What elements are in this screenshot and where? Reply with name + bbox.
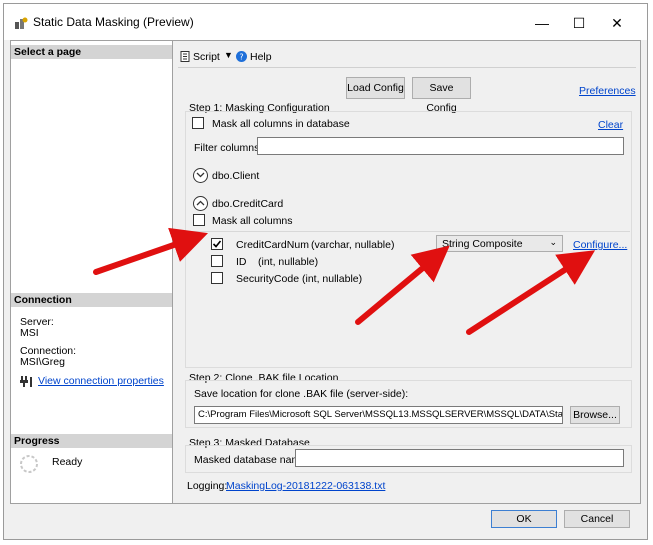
- sidebar: Select a page Connection Server: MSI Con…: [10, 40, 173, 504]
- column-name-creditcardnum: CreditCardNum: [236, 239, 309, 251]
- save-config-button[interactable]: Save Config: [412, 77, 471, 114]
- select-page-header: Select a page: [11, 45, 172, 59]
- script-icon: [180, 51, 190, 62]
- minimize-button[interactable]: —: [522, 10, 562, 36]
- masked-db-name-input[interactable]: [295, 449, 624, 467]
- expand-client-button[interactable]: [193, 168, 208, 183]
- server-value: MSI: [20, 327, 39, 339]
- save-location-label: Save location for clone .BAK file (serve…: [194, 388, 409, 400]
- window-title: Static Data Masking (Preview): [33, 15, 194, 29]
- maximize-button[interactable]: ☐: [559, 10, 599, 36]
- column-name-securitycode: SecurityCode: [236, 273, 300, 285]
- column-type-securitycode: (int, nullable): [302, 273, 363, 285]
- bak-path-input[interactable]: C:\Program Files\Microsoft SQL Server\MS…: [194, 406, 563, 424]
- load-config-button[interactable]: Load Config: [346, 77, 405, 99]
- help-button[interactable]: Help: [250, 51, 272, 63]
- ok-button[interactable]: OK: [491, 510, 557, 528]
- chevron-down-icon: ⌄: [549, 237, 557, 247]
- clear-link[interactable]: Clear: [598, 119, 623, 131]
- title-bar: Static Data Masking (Preview) — ☐ ✕: [4, 4, 647, 40]
- toolbar-divider: [178, 67, 636, 68]
- configure-link[interactable]: Configure...: [573, 239, 627, 251]
- connection-header: Connection: [11, 293, 172, 307]
- svg-text:?: ?: [239, 53, 243, 62]
- filter-columns-input[interactable]: [257, 137, 624, 155]
- mask-all-db-label: Mask all columns in database: [212, 118, 350, 130]
- filter-columns-label: Filter columns:: [194, 142, 263, 154]
- column-type-id: (int, nullable): [258, 256, 319, 268]
- column-name-id: ID: [236, 256, 247, 268]
- plug-icon: [20, 376, 32, 387]
- connection-value: MSI\Greg: [20, 356, 65, 368]
- chevron-down-icon: [196, 172, 205, 178]
- database-mask-icon: [15, 17, 28, 29]
- progress-status: Ready: [52, 456, 83, 468]
- script-dropdown-icon[interactable]: ▼: [224, 50, 233, 60]
- progress-spinner-icon: [20, 455, 38, 473]
- masking-function-select[interactable]: String Composite ⌄: [436, 235, 563, 252]
- collapse-creditcard-button[interactable]: [193, 196, 208, 211]
- close-button[interactable]: ✕: [597, 10, 637, 36]
- chevron-up-icon: [196, 200, 205, 206]
- main-panel: Script ▼ ? Help Load Config Save Config …: [173, 40, 641, 504]
- dialog-window: Static Data Masking (Preview) — ☐ ✕ Sele…: [3, 3, 648, 540]
- preferences-link[interactable]: Preferences: [579, 85, 636, 97]
- cancel-button[interactable]: Cancel: [564, 510, 630, 528]
- columns-divider: [190, 231, 630, 232]
- checkmark-icon: [212, 240, 222, 248]
- table-client-label[interactable]: dbo.Client: [212, 170, 259, 182]
- progress-header: Progress: [11, 434, 172, 448]
- dialog-footer: OK Cancel: [4, 504, 647, 541]
- table-creditcard-label[interactable]: dbo.CreditCard: [212, 198, 283, 210]
- mask-all-columns-checkbox[interactable]: [193, 214, 205, 226]
- mask-all-columns-label: Mask all columns: [212, 215, 293, 227]
- masking-function-value: String Composite: [442, 238, 523, 250]
- script-menu[interactable]: Script: [193, 51, 220, 63]
- mask-all-db-checkbox[interactable]: [192, 117, 204, 129]
- masked-db-name-label: Masked database name:: [194, 454, 309, 466]
- browse-button[interactable]: Browse...: [570, 406, 620, 424]
- logging-label: Logging:: [187, 480, 228, 492]
- column-checkbox-securitycode[interactable]: [211, 272, 223, 284]
- column-checkbox-id[interactable]: [211, 255, 223, 267]
- column-type-creditcardnum: (varchar, nullable): [311, 239, 395, 251]
- help-icon: ?: [236, 51, 247, 62]
- column-checkbox-creditcardnum[interactable]: [211, 238, 223, 250]
- logging-file-link[interactable]: MaskingLog-20181222-063138.txt: [226, 480, 385, 492]
- view-connection-properties-link[interactable]: View connection properties: [38, 375, 164, 387]
